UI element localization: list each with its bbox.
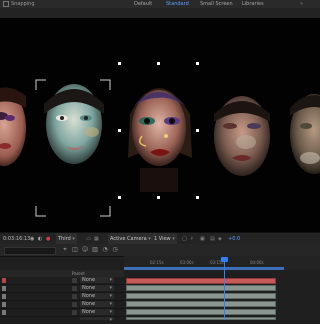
- layer-row[interactable]: None: [0, 277, 124, 285]
- workspace-standard[interactable]: Standard: [166, 0, 189, 8]
- layer-duration-bar[interactable]: [126, 309, 276, 315]
- shy-layers-icon[interactable]: ☺: [82, 247, 88, 253]
- layer-list: Parent None None None None None: [0, 270, 124, 324]
- workspace-libraries[interactable]: Libraries: [242, 0, 264, 8]
- parent-dropdown[interactable]: None: [80, 277, 114, 284]
- current-time-indicator[interactable]: [224, 258, 225, 320]
- layer-duration-bar[interactable]: [126, 301, 276, 307]
- draft-3d-icon[interactable]: ◫: [72, 247, 78, 253]
- parent-pickwhip-icon[interactable]: [72, 294, 77, 299]
- comp-mini-flowchart-icon[interactable]: ⌖: [62, 247, 68, 253]
- parent-dropdown[interactable]: None: [80, 301, 114, 308]
- layer-row[interactable]: None: [0, 309, 124, 317]
- layer-label-color[interactable]: [2, 278, 6, 283]
- frame-blending-icon[interactable]: ▥: [92, 247, 98, 253]
- parent-pickwhip-icon[interactable]: [72, 310, 77, 315]
- layer-label-color[interactable]: [2, 286, 6, 291]
- parent-pickwhip-icon[interactable]: [72, 278, 77, 283]
- layer-label-color[interactable]: [2, 302, 6, 307]
- layer-duration-bar[interactable]: [126, 278, 276, 284]
- parent-column-label: Parent: [72, 271, 85, 276]
- snapping-toggle[interactable]: Snapping: [3, 0, 35, 8]
- ruler-tick-4: 04:00s: [250, 260, 264, 265]
- layer-row[interactable]: None: [0, 285, 124, 293]
- layer-row[interactable]: None: [0, 301, 124, 309]
- motion-blur-icon[interactable]: ◔: [102, 247, 108, 253]
- snapping-label: Snapping: [11, 1, 35, 7]
- playhead-handle[interactable]: [221, 257, 228, 262]
- checkbox-icon: [3, 0, 9, 7]
- layer-row[interactable]: None: [0, 293, 124, 301]
- composition-viewer[interactable]: [0, 18, 320, 232]
- face-4: [214, 96, 270, 176]
- layer-column-header: Parent: [0, 270, 124, 277]
- layer-duration-bar[interactable]: [126, 285, 276, 291]
- workspace-small-screen[interactable]: Small Screen: [200, 0, 233, 8]
- ruler-tick-2: 03:00s: [180, 260, 194, 265]
- layer-duration-bar[interactable]: [126, 293, 276, 299]
- workspace-overflow-icon[interactable]: »: [300, 0, 303, 8]
- workspace-default[interactable]: Default: [134, 0, 152, 8]
- graph-editor-icon[interactable]: ◷: [112, 247, 118, 253]
- ruler-tick-1: 02:15s: [150, 260, 164, 265]
- parent-dropdown[interactable]: None: [80, 309, 114, 316]
- layer-label-color[interactable]: [2, 310, 6, 315]
- layer-label-color[interactable]: [2, 294, 6, 299]
- work-area-bar[interactable]: [124, 267, 284, 270]
- layer-search-input[interactable]: [4, 247, 56, 255]
- composition-canvas[interactable]: [0, 18, 320, 232]
- parent-pickwhip-icon[interactable]: [72, 286, 77, 291]
- parent-pickwhip-icon[interactable]: [72, 302, 77, 307]
- timeline-panel: ⌖ ◫ ☺ ▥ ◔ ◷ 02:15s 03:00s 03:15s 04:00s …: [0, 244, 320, 324]
- parent-dropdown[interactable]: None: [80, 293, 114, 300]
- parent-dropdown[interactable]: None: [80, 285, 114, 292]
